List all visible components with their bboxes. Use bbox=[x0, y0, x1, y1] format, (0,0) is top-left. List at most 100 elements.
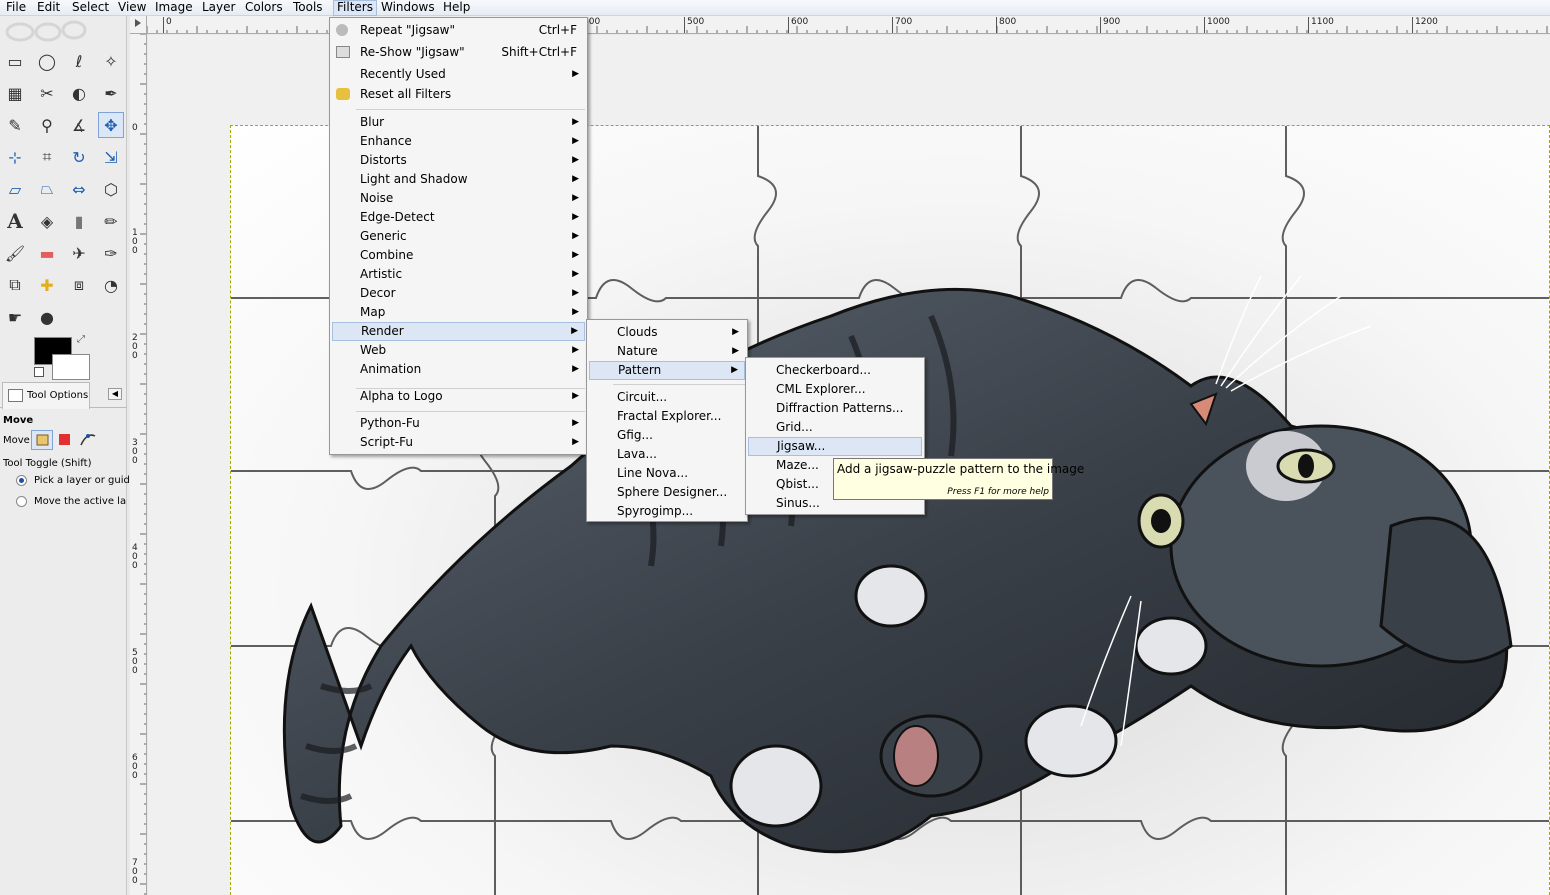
filters-item-distorts[interactable]: Distorts ▶ bbox=[332, 151, 585, 170]
render-item-lava[interactable]: Lava... bbox=[589, 445, 745, 464]
tool-pencil[interactable]: ✏ bbox=[98, 208, 124, 234]
tool-blend[interactable]: ▮ bbox=[66, 208, 92, 234]
vertical-ruler[interactable]: 0 100 200 300 400 500 600 700 bbox=[130, 34, 147, 895]
tool-ink[interactable]: ✑ bbox=[98, 240, 124, 266]
tool-smudge[interactable]: ☛ bbox=[2, 304, 28, 330]
tool-rect-select[interactable]: ▭ bbox=[2, 48, 28, 74]
filters-item-blur[interactable]: Blur ▶ bbox=[332, 113, 585, 132]
move-selection-mode-button[interactable] bbox=[59, 434, 70, 445]
reset-colors-icon[interactable] bbox=[34, 367, 44, 377]
menu-help[interactable]: Help bbox=[440, 0, 473, 16]
reset-filters-icon bbox=[336, 88, 350, 100]
menu-view[interactable]: View bbox=[115, 0, 149, 16]
ruler-corner[interactable] bbox=[130, 16, 147, 34]
dock-tabbar: Tool Options ◀ bbox=[0, 382, 127, 409]
pattern-item-grid[interactable]: Grid... bbox=[748, 418, 922, 437]
pattern-item-diffraction-patterns[interactable]: Diffraction Patterns... bbox=[748, 399, 922, 418]
tool-flip[interactable]: ⇔ bbox=[66, 176, 92, 202]
submenu-arrow-icon: ▶ bbox=[572, 212, 579, 222]
tool-measure[interactable]: ∡ bbox=[66, 112, 92, 138]
tool-blur-sharpen[interactable]: ◔ bbox=[98, 272, 124, 298]
filters-item-enhance[interactable]: Enhance ▶ bbox=[332, 132, 585, 151]
tool-bucket-fill[interactable]: ◈ bbox=[34, 208, 60, 234]
swap-colors-icon[interactable]: ⤢ bbox=[77, 334, 85, 345]
menu-tools[interactable]: Tools bbox=[290, 0, 326, 16]
filters-item-noise[interactable]: Noise ▶ bbox=[332, 189, 585, 208]
filters-script-fu-item[interactable]: Script-Fu ▶ bbox=[332, 433, 585, 452]
background-color[interactable] bbox=[52, 354, 90, 380]
menu-layer[interactable]: Layer bbox=[199, 0, 238, 16]
filters-item-edge-detect[interactable]: Edge-Detect ▶ bbox=[332, 208, 585, 227]
tab-menu-button[interactable]: ◀ bbox=[108, 388, 122, 400]
tool-airbrush[interactable]: ✈ bbox=[66, 240, 92, 266]
blend-icon: ▮ bbox=[74, 211, 84, 231]
tool-cage-transform[interactable]: ⬡ bbox=[98, 176, 124, 202]
tool-rotate[interactable]: ↻ bbox=[66, 144, 92, 170]
render-item-pattern[interactable]: Pattern ▶ bbox=[589, 361, 745, 380]
tool-ellipse-select[interactable]: ◯ bbox=[34, 48, 60, 74]
tool-free-select[interactable]: ℓ bbox=[66, 48, 92, 74]
tool-text[interactable]: A bbox=[2, 208, 28, 234]
filters-recently-used-item[interactable]: Recently Used ▶ bbox=[332, 65, 585, 84]
tool-clone[interactable]: ⧉ bbox=[2, 272, 28, 298]
filters-reset-item[interactable]: Reset all Filters bbox=[332, 85, 585, 104]
move-layer-mode-button[interactable] bbox=[31, 430, 53, 450]
wilber-logo bbox=[4, 20, 88, 42]
tool-dodge-burn[interactable]: ● bbox=[34, 304, 60, 330]
menu-edit[interactable]: Edit bbox=[34, 0, 63, 16]
render-item-line-nova[interactable]: Line Nova... bbox=[589, 464, 745, 483]
filters-item-combine[interactable]: Combine ▶ bbox=[332, 246, 585, 265]
tool-perspective[interactable]: ⏢ bbox=[34, 176, 60, 202]
tool-align[interactable]: ⊹ bbox=[2, 144, 28, 170]
filters-python-fu-item[interactable]: Python-Fu ▶ bbox=[332, 414, 585, 433]
menu-file[interactable]: File bbox=[3, 0, 29, 16]
filters-item-artistic[interactable]: Artistic ▶ bbox=[332, 265, 585, 284]
render-item-sphere-designer[interactable]: Sphere Designer... bbox=[589, 483, 745, 502]
filters-item-map[interactable]: Map ▶ bbox=[332, 303, 585, 322]
render-item-circuit[interactable]: Circuit... bbox=[589, 388, 745, 407]
pattern-item-checkerboard[interactable]: Checkerboard... bbox=[748, 361, 922, 380]
filters-repeat-item[interactable]: Repeat "Jigsaw" Ctrl+F bbox=[332, 21, 585, 40]
move-active-layer-radio[interactable] bbox=[16, 496, 27, 507]
pattern-item-jigsaw[interactable]: Jigsaw... bbox=[748, 437, 922, 456]
tool-foreground-select[interactable]: ◐ bbox=[66, 80, 92, 106]
tool-crop[interactable]: ⌗ bbox=[34, 144, 60, 170]
tool-select-by-color[interactable]: ▦ bbox=[2, 80, 28, 106]
move-path-mode-button[interactable] bbox=[79, 430, 97, 448]
ruler-tick-label: 500 bbox=[132, 648, 138, 676]
tool-eraser[interactable]: ▬ bbox=[34, 240, 60, 266]
tool-scissors-select[interactable]: ✂ bbox=[34, 80, 60, 106]
tool-paths[interactable]: ✒ bbox=[98, 80, 124, 106]
menu-filters[interactable]: Filters bbox=[333, 0, 377, 16]
menu-select[interactable]: Select bbox=[69, 0, 112, 16]
tool-zoom[interactable]: ⚲ bbox=[34, 112, 60, 138]
tool-fuzzy-select[interactable]: ✧ bbox=[98, 48, 124, 74]
tool-shear[interactable]: ▱ bbox=[2, 176, 28, 202]
tab-tool-options[interactable]: Tool Options bbox=[2, 382, 90, 409]
render-item-spyrogimp[interactable]: Spyrogimp... bbox=[589, 502, 745, 521]
render-item-nature[interactable]: Nature ▶ bbox=[589, 342, 745, 361]
filters-item-decor[interactable]: Decor ▶ bbox=[332, 284, 585, 303]
filters-item-generic[interactable]: Generic ▶ bbox=[332, 227, 585, 246]
filters-reshow-item[interactable]: Re-Show "Jigsaw" Shift+Ctrl+F bbox=[332, 43, 585, 62]
menu-image[interactable]: Image bbox=[152, 0, 196, 16]
filters-item-light-and-shadow[interactable]: Light and Shadow ▶ bbox=[332, 170, 585, 189]
filters-alpha-to-logo-item[interactable]: Alpha to Logo ▶ bbox=[332, 387, 585, 406]
filters-item-animation[interactable]: Animation ▶ bbox=[332, 360, 585, 379]
render-item-fractal-explorer[interactable]: Fractal Explorer... bbox=[589, 407, 745, 426]
pattern-item-cml-explorer[interactable]: CML Explorer... bbox=[748, 380, 922, 399]
tool-heal[interactable]: ✚ bbox=[34, 272, 60, 298]
tool-perspective-clone[interactable]: ⧈ bbox=[66, 272, 92, 298]
render-item-gfig[interactable]: Gfig... bbox=[589, 426, 745, 445]
filters-alpha-to-logo-label: Alpha to Logo bbox=[360, 389, 443, 403]
tool-color-picker[interactable]: ✎ bbox=[2, 112, 28, 138]
menu-windows[interactable]: Windows bbox=[378, 0, 438, 16]
tool-move[interactable]: ✥ bbox=[98, 112, 124, 138]
menu-colors[interactable]: Colors bbox=[242, 0, 286, 16]
render-item-clouds[interactable]: Clouds ▶ bbox=[589, 323, 745, 342]
filters-item-render[interactable]: Render ▶ bbox=[332, 322, 585, 341]
pick-layer-radio[interactable] bbox=[16, 475, 27, 486]
filters-item-web[interactable]: Web ▶ bbox=[332, 341, 585, 360]
tool-scale[interactable]: ⇲ bbox=[98, 144, 124, 170]
tool-paintbrush[interactable]: 🖌 bbox=[2, 240, 28, 266]
